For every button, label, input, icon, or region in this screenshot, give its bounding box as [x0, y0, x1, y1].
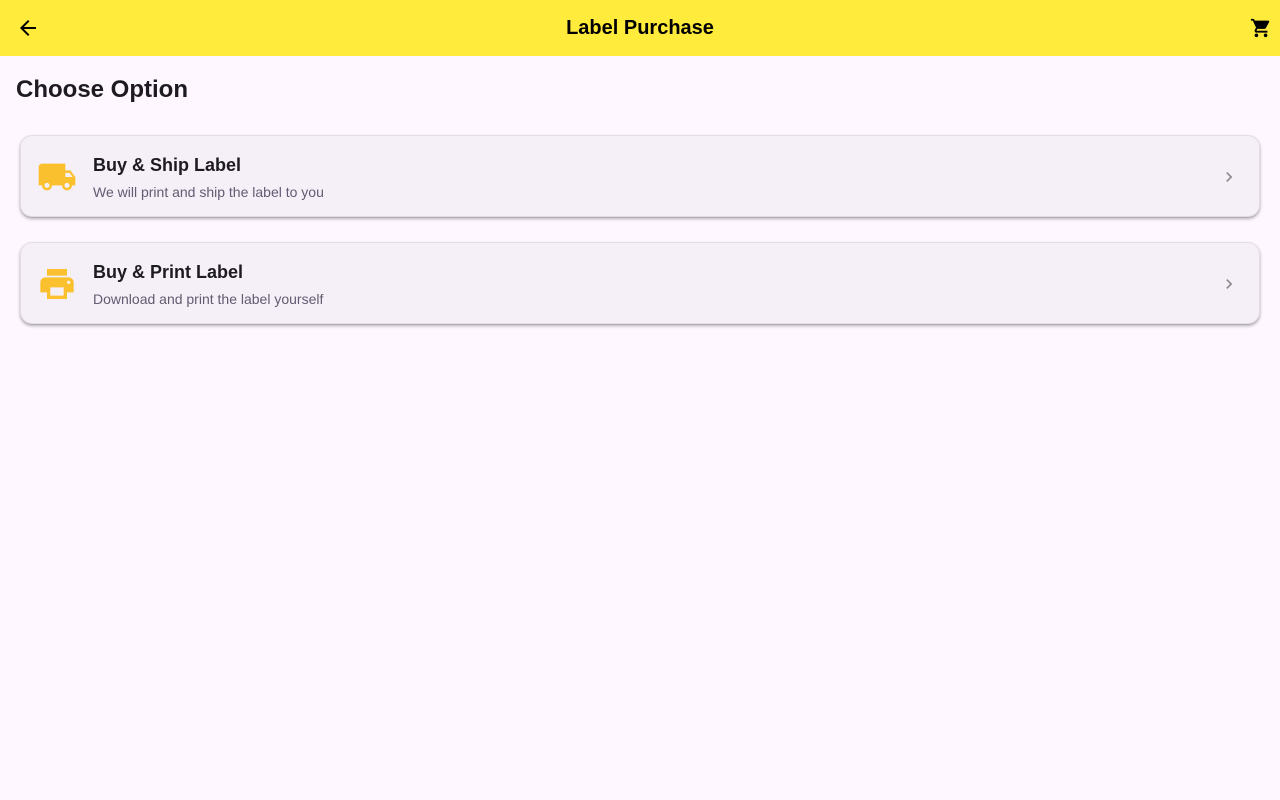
truck-icon: [37, 157, 77, 197]
printer-icon: [37, 264, 77, 304]
cart-button[interactable]: [1232, 8, 1272, 48]
buy-and-print-label-option[interactable]: Buy & Print Label Download and print the…: [20, 242, 1260, 324]
chevron-right-icon: [1217, 272, 1241, 296]
buy-and-ship-label-option[interactable]: Buy & Ship Label We will print and ship …: [20, 135, 1260, 217]
option-subtitle: We will print and ship the label to you: [93, 184, 324, 200]
shopping-cart-icon: [1250, 18, 1270, 38]
option-subtitle: Download and print the label yourself: [93, 291, 324, 307]
app-bar-title: Label Purchase: [566, 17, 714, 39]
arrow-back-icon: [20, 20, 36, 36]
back-button[interactable]: [8, 8, 48, 48]
option-title: Buy & Ship Label: [93, 155, 242, 175]
page-heading: Choose Option: [16, 76, 188, 103]
app-bar: Label Purchase: [0, 0, 1280, 56]
option-title: Buy & Print Label: [93, 262, 244, 282]
chevron-right-icon: [1217, 165, 1241, 189]
